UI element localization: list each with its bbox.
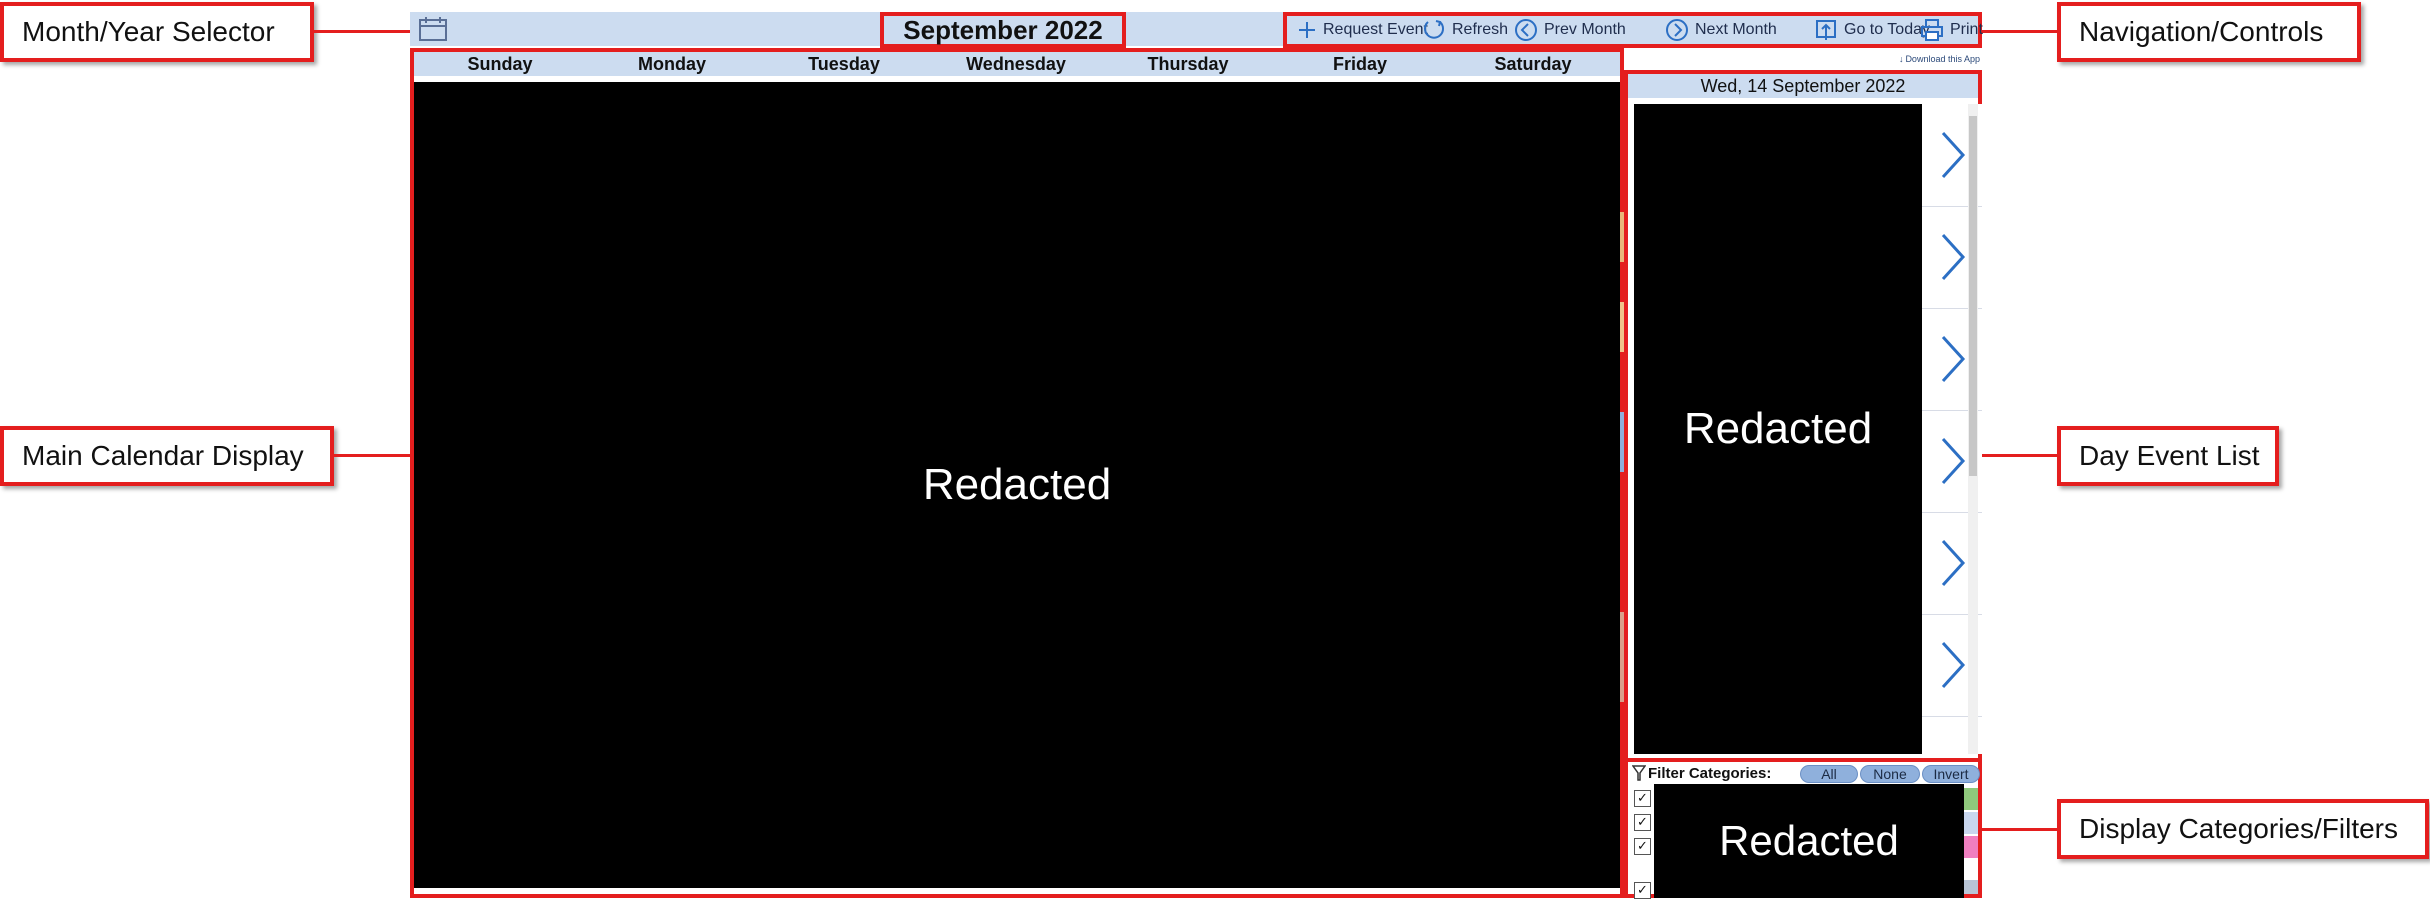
printer-icon: [1921, 19, 1943, 41]
header-bar: September 2022 Request Event Refresh Pre…: [410, 12, 1983, 48]
categories-redacted: Redacted: [1654, 784, 1964, 898]
weekday-header: Thursday: [1147, 53, 1229, 74]
request-event-button[interactable]: Request Event: [1297, 16, 1428, 44]
callout-connector: [1982, 828, 2057, 831]
filter-invert-label: Invert: [1933, 766, 1969, 782]
callout-text: Navigation/Controls: [2079, 16, 2324, 47]
filter-none-label: None: [1873, 766, 1907, 782]
request-event-label: Request Event: [1323, 21, 1428, 38]
today-icon: [1816, 20, 1836, 40]
chevron-right-icon: [1941, 335, 1966, 383]
day-list-scrollbar[interactable]: [1968, 104, 1978, 754]
category-swatch: [1964, 880, 1978, 894]
callout-connector: [1982, 30, 2057, 33]
callout-text: Display Categories/Filters: [2079, 813, 2398, 844]
filter-label: Filter Categories:: [1648, 765, 1772, 782]
chevron-left-circle-icon: [1515, 19, 1537, 41]
filter-none-button[interactable]: None: [1860, 765, 1920, 783]
calendar-app: September 2022 Request Event Refresh Pre…: [410, 12, 1983, 899]
weekday-header: Saturday: [1494, 53, 1572, 74]
callout-navigation-controls: Navigation/Controls: [2057, 2, 2361, 62]
selected-date-bar: Wed, 14 September 2022: [1628, 74, 1978, 98]
weekday-header: Monday: [637, 53, 706, 74]
navigation-controls: Request Event Refresh Prev Month Next Mo…: [1283, 12, 1983, 48]
download-arrow-icon: ↓: [1898, 54, 1904, 64]
callout-connector: [1982, 454, 2057, 457]
filter-all-button[interactable]: All: [1800, 765, 1858, 783]
calendar-picker-icon[interactable]: [418, 16, 448, 42]
download-app-link[interactable]: ↓ Download this App: [1884, 52, 1980, 66]
go-to-today-label: Go to Today: [1844, 21, 1930, 38]
chevron-right-icon: [1941, 233, 1966, 281]
weekday-header: Wednesday: [966, 53, 1066, 74]
next-month-label: Next Month: [1695, 21, 1777, 38]
filter-all-label: All: [1821, 766, 1837, 782]
callout-text: Day Event List: [2079, 440, 2260, 471]
category-checkbox[interactable]: ✓: [1634, 790, 1651, 807]
callout-main-calendar-display: Main Calendar Display: [0, 426, 334, 486]
prev-month-button[interactable]: Prev Month: [1514, 16, 1626, 44]
category-checkbox[interactable]: ✓: [1634, 882, 1651, 899]
weekday-header: Friday: [1332, 53, 1388, 74]
redacted-label: Redacted: [1683, 404, 1873, 453]
month-title: September 2022: [903, 14, 1103, 45]
category-checkbox[interactable]: ✓: [1634, 838, 1651, 855]
category-checkbox[interactable]: ✓: [1634, 814, 1651, 831]
plus-icon: [1299, 22, 1315, 38]
refresh-icon: [1424, 20, 1444, 39]
filter-invert-button[interactable]: Invert: [1922, 765, 1980, 783]
redacted-label: Redacted: [1719, 817, 1899, 864]
day-event-list: Wed, 14 September 2022 Redacted: [1624, 70, 1982, 762]
calendar-grid-redacted: Redacted: [414, 82, 1620, 888]
print-label: Print: [1950, 21, 1983, 38]
category-swatch: [1964, 812, 1978, 834]
chevron-right-icon: [1941, 539, 1966, 587]
category-swatch: [1964, 788, 1978, 810]
filter-icon: [1632, 765, 1646, 781]
chevron-right-circle-icon: [1666, 19, 1688, 41]
month-year-selector[interactable]: September 2022: [880, 12, 1126, 48]
prev-month-label: Prev Month: [1544, 21, 1626, 38]
category-swatch: [1964, 836, 1978, 858]
callout-connector: [314, 30, 410, 33]
display-categories-filters: Filter Categories: All None Invert ✓ ✓ ✓…: [1624, 758, 1982, 899]
callout-day-event-list: Day Event List: [2057, 426, 2279, 486]
callout-display-categories-filters: Display Categories/Filters: [2057, 799, 2429, 859]
callout-text: Main Calendar Display: [22, 440, 304, 471]
main-calendar-display: Sunday Monday Tuesday Wednesday Thursday…: [410, 48, 1626, 898]
callout-text: Month/Year Selector: [22, 16, 275, 47]
weekday-header-row: Sunday Monday Tuesday Wednesday Thursday…: [414, 52, 1620, 76]
next-month-button[interactable]: Next Month: [1665, 16, 1777, 44]
callout-month-year-selector: Month/Year Selector: [0, 2, 314, 62]
weekday-header: Sunday: [467, 53, 533, 74]
refresh-label: Refresh: [1452, 21, 1509, 38]
scrollbar-thumb[interactable]: [1969, 116, 1977, 476]
go-to-today-button[interactable]: Go to Today: [1814, 16, 1930, 44]
download-link-label: Download this App: [1905, 54, 1980, 64]
category-swatch: [1964, 860, 1978, 880]
day-events-redacted: Redacted: [1634, 104, 1922, 754]
redacted-label: Redacted: [922, 460, 1112, 509]
selected-date: Wed, 14 September 2022: [1700, 75, 1906, 96]
filter-header: Filter Categories: All None Invert: [1632, 762, 1980, 784]
chevron-right-icon: [1941, 131, 1966, 179]
callout-connector: [334, 454, 410, 457]
print-button[interactable]: Print: [1920, 16, 1983, 44]
chevron-right-icon: [1941, 437, 1966, 485]
chevron-right-icon: [1941, 641, 1966, 689]
weekday-header: Tuesday: [808, 53, 880, 74]
refresh-button[interactable]: Refresh: [1422, 16, 1508, 44]
